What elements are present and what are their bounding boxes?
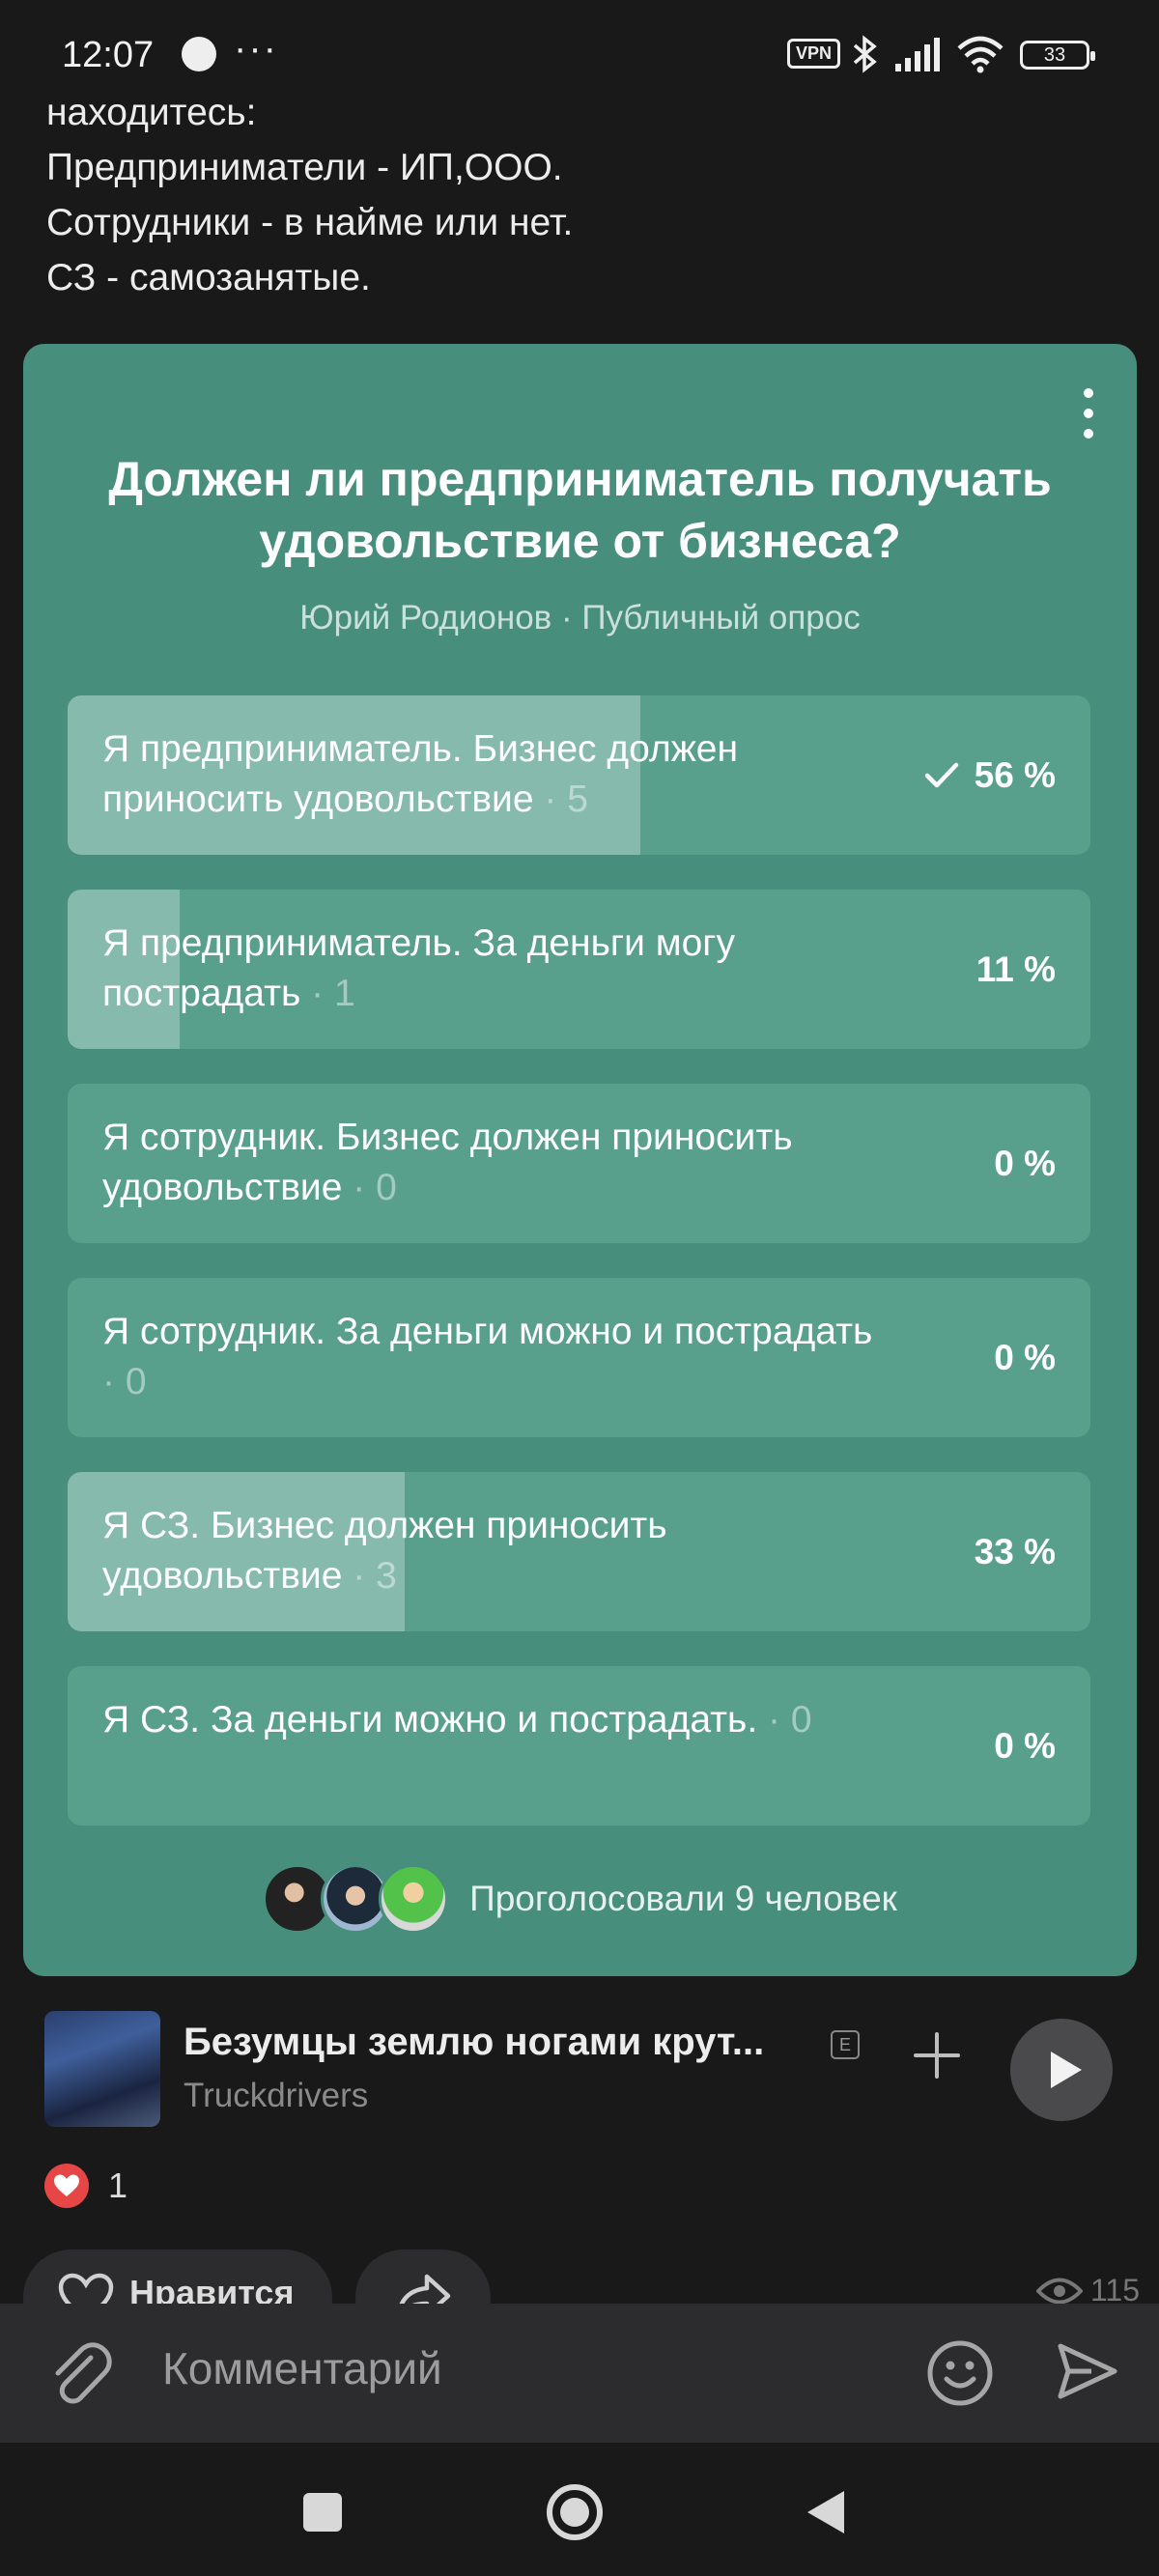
battery-icon: 33: [1020, 41, 1095, 70]
post-line: находитесь:: [46, 92, 257, 133]
poll-option[interactable]: Я предприниматель. Бизнес должен приноси…: [68, 695, 1090, 855]
send-icon[interactable]: [1057, 2340, 1118, 2402]
poll-option[interactable]: Я сотрудник. За деньги можно и пострадат…: [68, 1278, 1090, 1437]
explicit-badge: E: [831, 2030, 860, 2059]
poll-option-text: Я предприниматель. Бизнес должен приноси…: [102, 728, 739, 820]
poll-option-text: Я предприниматель. За деньги могу постра…: [102, 922, 735, 1014]
poll-option-count: · 0: [102, 1361, 147, 1402]
poll-option-text: Я сотрудник. За деньги можно и пострадат…: [102, 1311, 873, 1352]
emoji-icon[interactable]: [925, 2338, 995, 2408]
likes-summary[interactable]: 1: [44, 2164, 127, 2208]
share-icon: [399, 2274, 451, 2304]
poll-option-percent: 0 %: [994, 1337, 1056, 1377]
poll-option[interactable]: Я сотрудник. Бизнес должен приносить удо…: [68, 1084, 1090, 1243]
play-button[interactable]: [1010, 2019, 1113, 2121]
poll-option-percent: 56 %: [974, 754, 1056, 795]
more-options-icon[interactable]: [1079, 388, 1098, 439]
poll-title: Должен ли предприниматель получать удово…: [108, 452, 1052, 568]
post-line: СЗ - самозанятые.: [46, 257, 371, 298]
poll-option-count: · 0: [353, 1167, 397, 1208]
comment-input[interactable]: Комментарий: [162, 2342, 442, 2394]
poll-subtitle: Юрий Родионов · Публичный опрос: [299, 599, 861, 637]
check-icon: [924, 762, 958, 787]
views-counter: 115: [1035, 2273, 1140, 2304]
post-actions: Нравится 115: [0, 2246, 1159, 2304]
track-title: Безумцы землю ногами крут...: [184, 2021, 765, 2063]
voters-count-text: Проголосовали 9 человек: [469, 1879, 897, 1918]
poll-option-percent: 0 %: [994, 1725, 1056, 1766]
poll-option-text: Я СЗ. За деньги можно и пострадать.: [102, 1699, 758, 1741]
more-notifications-icon: ···: [234, 27, 278, 70]
post-text: находитесь: Предприниматели - ИП,ООО. Со…: [46, 85, 1109, 305]
voter-avatar: [379, 1864, 449, 1934]
share-button[interactable]: [355, 2250, 491, 2304]
poll-option-count: · 1: [311, 973, 355, 1014]
poll-option-count: · 3: [353, 1555, 397, 1597]
attach-icon[interactable]: [48, 2340, 112, 2408]
poll-option[interactable]: Я СЗ. За деньги можно и пострадать. · 0 …: [68, 1666, 1090, 1826]
track-artist: Truckdrivers: [184, 2077, 369, 2114]
system-nav-bar: [0, 2443, 1159, 2576]
play-icon: [1051, 2052, 1082, 2088]
signal-icon: [895, 38, 940, 71]
comment-bar: Комментарий: [0, 2304, 1159, 2443]
app-notification-icon: [182, 37, 216, 71]
poll-option[interactable]: Я предприниматель. За деньги могу постра…: [68, 890, 1090, 1049]
poll-option[interactable]: Я СЗ. Бизнес должен приносить удовольств…: [68, 1472, 1090, 1631]
poll-option-text: Я сотрудник. Бизнес должен приносить удо…: [102, 1117, 793, 1208]
recent-apps-button[interactable]: [303, 2493, 342, 2532]
wifi-icon: [957, 36, 1004, 73]
bluetooth-icon: [853, 35, 877, 73]
home-button[interactable]: [547, 2484, 603, 2540]
poll-card: Должен ли предприниматель получать удово…: [23, 344, 1137, 1976]
like-label: Нравится: [129, 2273, 295, 2304]
poll-option-percent: 11 %: [975, 948, 1056, 989]
poll-option-count: · 0: [768, 1699, 812, 1741]
eye-icon: [1035, 2278, 1083, 2304]
like-button[interactable]: Нравится: [23, 2250, 332, 2304]
poll-option-percent: 33 %: [974, 1531, 1056, 1571]
views-count: 115: [1089, 2273, 1140, 2304]
heart-icon: [44, 2164, 89, 2208]
vpn-icon: VPN: [787, 39, 841, 69]
album-cover: [44, 2011, 160, 2127]
poll-voters[interactable]: Проголосовали 9 человек: [23, 1860, 1137, 1938]
poll-option-count: · 5: [544, 778, 588, 820]
music-attachment[interactable]: Безумцы землю ногами крут... E Truckdriv…: [0, 2007, 1159, 2133]
status-time: 12:07: [62, 35, 155, 75]
heart-outline-icon: [58, 2273, 114, 2304]
likes-count: 1: [108, 2166, 128, 2205]
post-line: Сотрудники - в найме или нет.: [46, 202, 574, 243]
back-button[interactable]: [807, 2491, 844, 2534]
poll-option-percent: 0 %: [994, 1143, 1056, 1183]
status-bar: 12:07 ··· VPN 33: [0, 0, 1159, 97]
add-track-icon[interactable]: [910, 2028, 964, 2082]
post-line: Предприниматели - ИП,ООО.: [46, 147, 563, 188]
